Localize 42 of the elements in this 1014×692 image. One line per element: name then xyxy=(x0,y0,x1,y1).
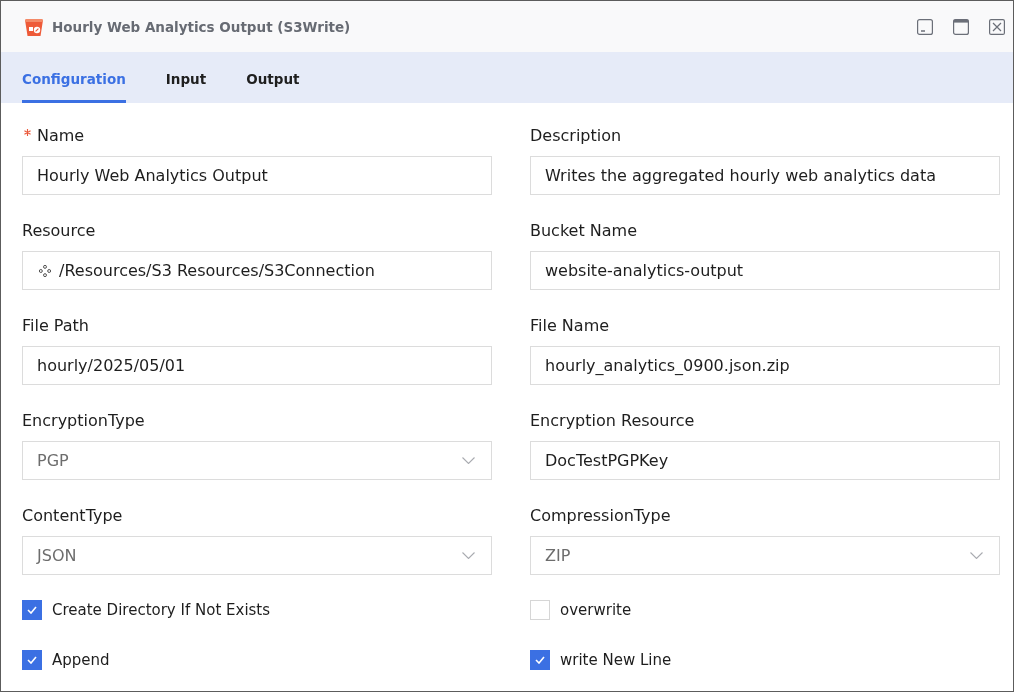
field-label: File Name xyxy=(530,315,610,335)
field-label: Resource xyxy=(22,220,96,240)
field-label: Name xyxy=(37,125,85,145)
dropdown[interactable]: JSON xyxy=(22,536,492,575)
checkbox-label: write New Line xyxy=(560,651,672,669)
field-label: Bucket Name xyxy=(530,220,637,240)
chevron-down-icon xyxy=(462,552,475,559)
field-label: EncryptionType xyxy=(22,410,145,430)
checkbox[interactable] xyxy=(22,650,42,670)
minimize-icon[interactable] xyxy=(917,19,933,35)
chevron-down-icon xyxy=(970,552,983,559)
text-field[interactable]: DocTestPGPKey xyxy=(530,441,1000,480)
dropdown[interactable]: ZIP xyxy=(530,536,1000,575)
field-label: Encryption Resource xyxy=(530,410,695,430)
field-label: File Path xyxy=(22,315,89,335)
text-field[interactable]: Writes the aggregated hourly web analytics data xyxy=(530,156,1000,195)
tick-icon xyxy=(27,656,37,664)
tab[interactable]: Input xyxy=(165,52,207,103)
text-field[interactable]: website-analytics-output xyxy=(530,251,1000,290)
checkbox[interactable] xyxy=(530,650,550,670)
checkbox[interactable] xyxy=(22,600,42,620)
maximize-icon[interactable] xyxy=(953,19,969,35)
dropdown[interactable]: PGP xyxy=(22,441,492,480)
text-field[interactable]: Hourly Web Analytics Output xyxy=(22,156,492,195)
tab[interactable]: Output xyxy=(246,52,300,103)
field-label: CompressionType xyxy=(530,505,671,525)
window-title: Hourly Web Analytics Output (S3Write) xyxy=(52,18,351,35)
text-field[interactable]: hourly_analytics_0900.json.zip xyxy=(530,346,1000,385)
field-label: ContentType xyxy=(22,505,123,525)
bucket-icon xyxy=(24,16,44,37)
checkbox-label: overwrite xyxy=(560,601,632,619)
checkbox-label: Create Directory If Not Exists xyxy=(52,601,271,619)
checkbox-label: Append xyxy=(52,651,110,669)
resource-field[interactable]: /Resources/S3 Resources/S3Connection xyxy=(22,251,492,290)
four-circles-icon xyxy=(39,264,51,277)
tick-icon xyxy=(535,656,545,664)
tick-icon xyxy=(27,606,37,614)
chevron-down-icon xyxy=(462,457,475,464)
text-field[interactable]: hourly/2025/05/01 xyxy=(22,346,492,385)
field-label: Description xyxy=(530,125,622,145)
tab[interactable]: Configuration xyxy=(22,52,126,103)
close-icon[interactable] xyxy=(989,19,1005,35)
